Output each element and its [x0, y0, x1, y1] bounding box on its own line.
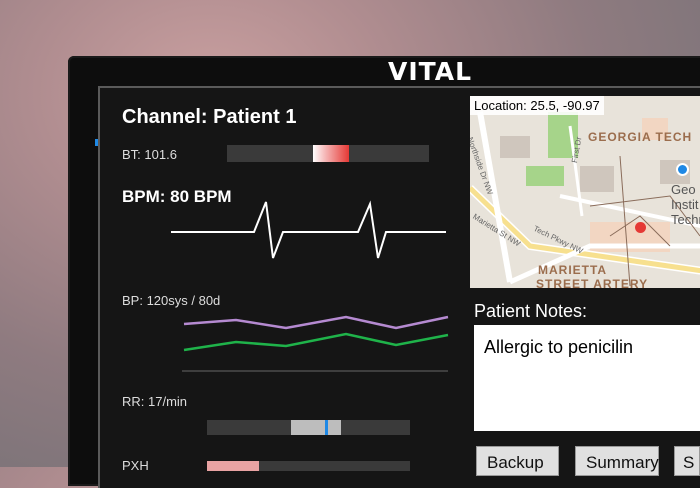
bt-bar	[227, 145, 429, 162]
map-graphics	[470, 111, 700, 287]
map-location-readout: Location: 25.5, -90.97	[470, 96, 604, 115]
third-button[interactable]: S	[674, 446, 700, 476]
bt-bar-fill	[313, 145, 349, 162]
map-label-georgia-tech: GEORGIA TECH	[588, 130, 693, 144]
rr-bar-window	[291, 420, 341, 435]
ecg-waveform	[171, 200, 446, 259]
rr-label: RR: 17/min	[122, 394, 188, 409]
bt-label: BT: 101.6	[122, 147, 177, 162]
backup-button[interactable]: Backup	[476, 446, 559, 476]
brand-logo: VITAL	[388, 57, 473, 86]
map-marker-current[interactable]	[676, 163, 689, 176]
location-map[interactable]: Location: 25.5, -90.97 GEORGIA TECH Geo …	[470, 96, 700, 288]
bp-systolic-line	[183, 315, 449, 330]
next-vital-bar-fill	[207, 461, 259, 471]
next-vital-bar	[207, 461, 410, 471]
map-label-marietta: MARIETTA	[538, 263, 608, 277]
notes-title: Patient Notes:	[474, 301, 588, 321]
patient-notes-text: Allergic to penicilin	[484, 337, 634, 357]
rr-bar-marker	[325, 420, 328, 435]
map-label-street-artery: STREET ARTERY	[536, 277, 649, 288]
map-label-geo-inst: Geo Instit Techn	[671, 182, 700, 227]
rr-bar	[207, 420, 410, 435]
bp-label: BP: 120sys / 80d	[122, 293, 221, 308]
patient-notes-field[interactable]: Allergic to penicilin	[474, 325, 700, 431]
bp-diastolic-line	[183, 332, 449, 352]
map-marker-patient[interactable]	[635, 222, 646, 233]
bp-chart	[182, 315, 449, 372]
summary-button[interactable]: Summary	[575, 446, 659, 476]
next-vital-label: PXH	[122, 458, 149, 473]
channel-title: Channel: Patient 1	[122, 106, 297, 128]
